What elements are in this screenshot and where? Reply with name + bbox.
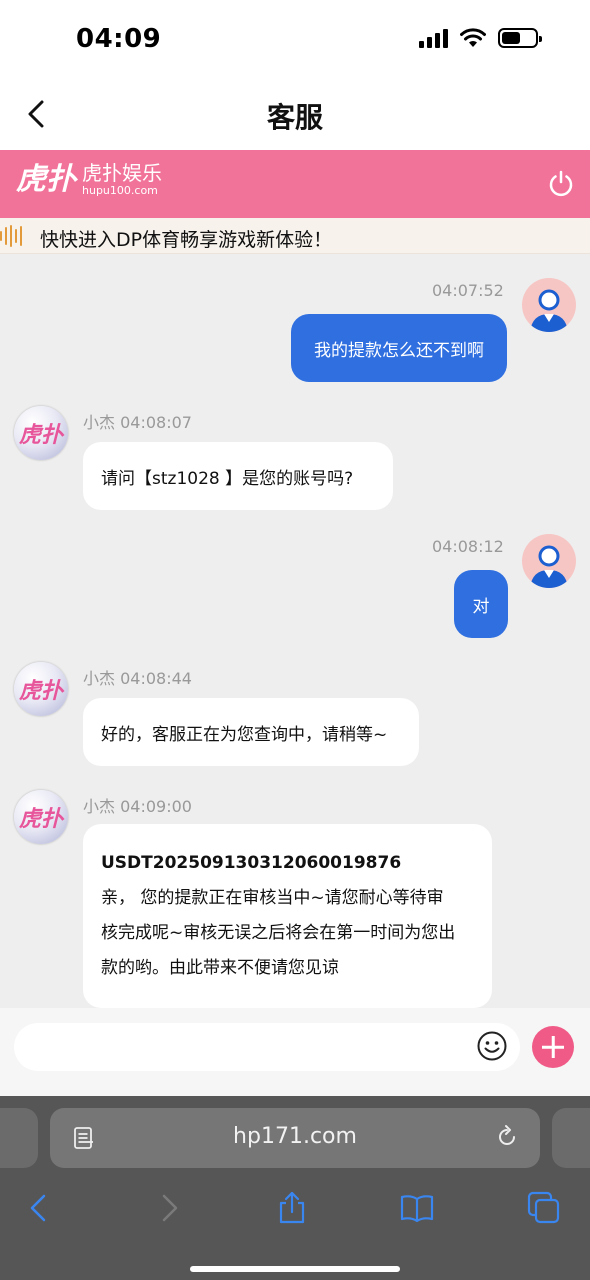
wifi-icon (460, 28, 486, 47)
cellular-signal-icon (419, 28, 448, 48)
message-sender-time: 小杰 04:08:07 (83, 409, 192, 433)
nav-header: 客服 (0, 80, 590, 150)
browser-chrome: hp171.com (0, 1096, 590, 1280)
brand-logo: 虎扑 虎扑娱乐 hupu100.com (16, 162, 162, 198)
user-message-bubble: 对 (454, 570, 508, 638)
agent-logo: 虎扑 (18, 807, 63, 832)
address-bar[interactable]: hp171.com (50, 1108, 540, 1168)
bookmarks-icon[interactable] (399, 1190, 435, 1226)
message-timestamp: 04:09:00 (120, 797, 192, 816)
message-line: 款的哟。由此带来不便请您见谅 (101, 958, 339, 978)
browser-toolbar (0, 1184, 590, 1240)
user-avatar (522, 278, 576, 332)
url-text: hp171.com (233, 1124, 357, 1149)
status-icons (419, 28, 542, 48)
reload-icon[interactable] (494, 1124, 520, 1150)
user-message-bubble: 我的提款怎么还不到啊 (291, 314, 507, 382)
message-timestamp: 04:07:52 (432, 281, 504, 300)
message-timestamp: 04:08:12 (432, 537, 504, 556)
share-icon[interactable] (274, 1190, 310, 1226)
user-avatar (522, 534, 576, 588)
input-bar (0, 1008, 590, 1096)
agent-message-bubble: USDT2025091303120600198​76 亲， 您的提款正在审核当中… (83, 824, 492, 1008)
home-indicator (190, 1266, 400, 1272)
tabs-icon[interactable] (526, 1190, 562, 1226)
battery-icon (498, 28, 542, 48)
previous-tab-preview[interactable] (0, 1108, 38, 1168)
back-icon[interactable] (22, 1190, 58, 1226)
message-sender: 小杰 (83, 669, 116, 688)
user-avatar-icon (530, 289, 568, 332)
message-timestamp: 04:08:07 (120, 413, 192, 432)
power-icon[interactable] (546, 168, 576, 198)
brand-domain: hupu100.com (82, 184, 158, 197)
agent-message-bubble: 好的，客服正在为您查询中，请稍等~ (83, 698, 419, 766)
agent-message-bubble: 请问【stz1028 】是您的账号吗? (83, 442, 393, 510)
forward-icon[interactable] (150, 1190, 186, 1226)
page-title: 客服 (266, 101, 323, 134)
message-line: 核完成呢~审核无误之后将会在第一时间为您出 (101, 923, 456, 943)
emoji-icon[interactable] (476, 1030, 508, 1062)
announcement-marquee: 快快进入DP体育畅享游戏新体验！ (0, 218, 590, 254)
message-timestamp: 04:08:44 (120, 669, 192, 688)
message-input[interactable] (14, 1023, 520, 1071)
sound-wave-icon (0, 225, 22, 247)
chat-area[interactable]: 04:07:52 我的提款怎么还不到啊 虎扑 小杰 04:08:07 请问【st… (0, 254, 590, 1008)
agent-logo: 虎扑 (18, 679, 63, 704)
message-line: 亲， 您的提款正在审核当中~请您耐心等待审 (101, 888, 444, 908)
message-sender: 小杰 (83, 797, 116, 816)
agent-avatar: 虎扑 (14, 790, 68, 844)
brand-bar: 虎扑 虎扑娱乐 hupu100.com (0, 150, 590, 218)
agent-avatar: 虎扑 (14, 406, 68, 460)
order-id-line: USDT2025091303120600198​76 (101, 853, 402, 873)
status-bar: 04:09 (0, 0, 590, 80)
brand-mark: 虎扑 (16, 162, 76, 197)
agent-avatar: 虎扑 (14, 662, 68, 716)
status-time: 04:09 (76, 24, 162, 54)
next-tab-preview[interactable] (552, 1108, 590, 1168)
marquee-text: 快快进入DP体育畅享游戏新体验！ (40, 229, 333, 251)
user-avatar-icon (530, 545, 568, 588)
brand-name: 虎扑娱乐 (82, 161, 162, 185)
message-sender-time: 小杰 04:09:00 (83, 793, 192, 817)
plus-icon[interactable] (532, 1026, 574, 1068)
message-sender-time: 小杰 04:08:44 (83, 665, 192, 689)
agent-logo: 虎扑 (18, 423, 63, 448)
message-sender: 小杰 (83, 413, 116, 432)
